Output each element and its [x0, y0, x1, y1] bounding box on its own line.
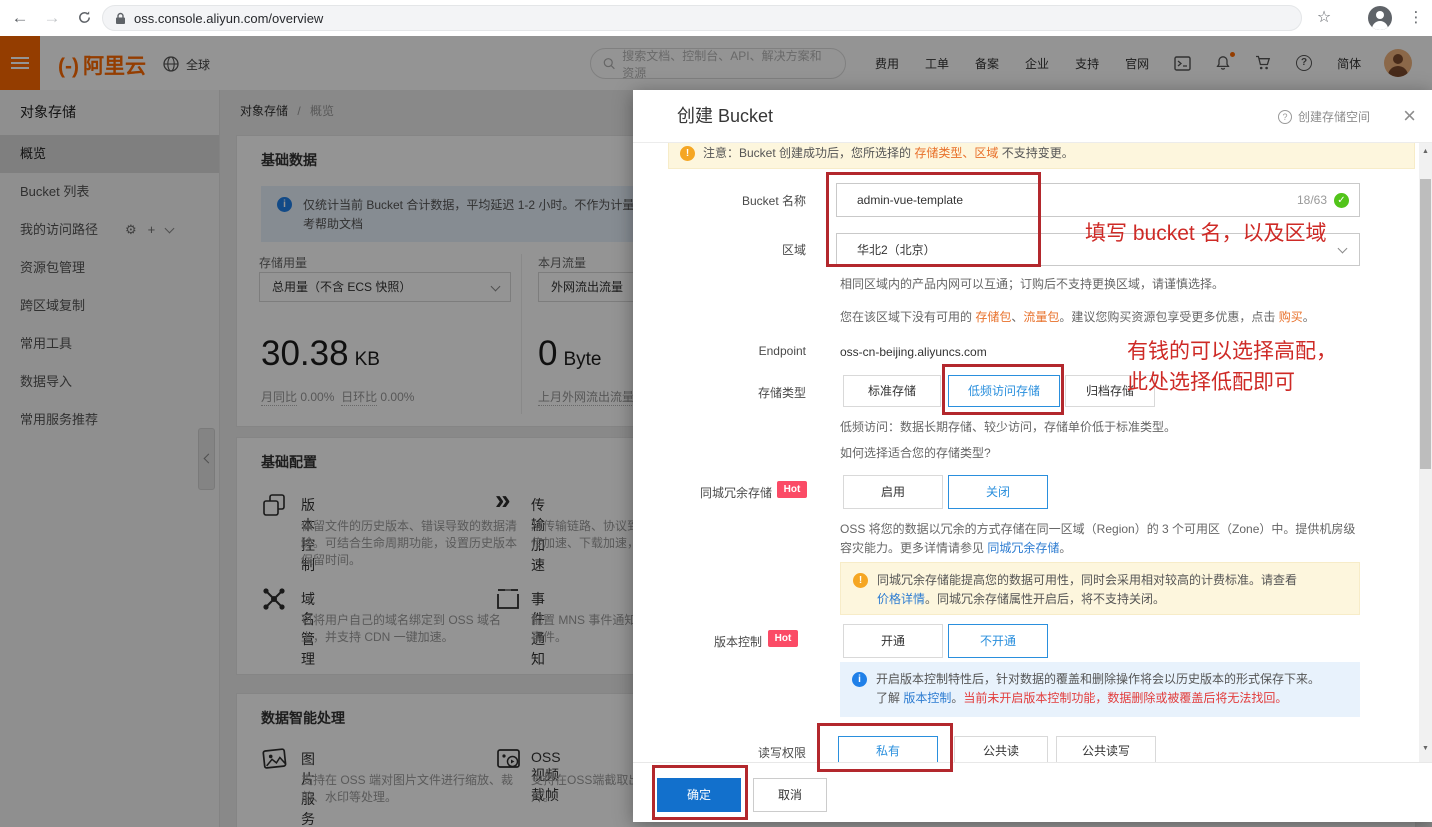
zrs-warning-line2: 价格详情。同城冗余存储属性开启后，将不支持关闭。: [877, 592, 1166, 606]
screen: ← → oss.console.aliyun.com/overview ☆ ⋮ …: [0, 0, 1432, 827]
browser-reload-icon[interactable]: [70, 0, 98, 36]
acl-public-read[interactable]: 公共读: [954, 736, 1048, 762]
zrs-label: 同城冗余存储: [699, 486, 772, 500]
storage-package-link[interactable]: 存储包: [975, 310, 1011, 324]
annotation-rect-confirm: [652, 765, 748, 820]
dialog-header: 创建 Bucket ? 创建存储空间 ×: [633, 90, 1432, 143]
dialog-title: 创建 Bucket: [677, 106, 774, 126]
endpoint-label: Endpoint: [758, 344, 806, 358]
storage-type-note: 低频访问：数据长期存储、较少访问，存储单价低于标准类型。: [840, 420, 1177, 434]
bucket-name-label: Bucket 名称: [741, 194, 806, 208]
chevron-down-icon: [1337, 243, 1348, 254]
dialog-footer: 确定 取消: [633, 762, 1432, 822]
storage-type-help-link[interactable]: 如何选择适合您的存储类型?: [840, 445, 991, 461]
top-warning-banner: ! 注意：Bucket 创建成功后，您所选择的 存储类型、区域 不支持变更。: [668, 143, 1415, 169]
info-icon: i: [852, 672, 867, 687]
cancel-button[interactable]: 取消: [753, 778, 827, 812]
zrs-enable[interactable]: 启用: [843, 475, 943, 509]
address-bar[interactable]: oss.console.aliyun.com/overview: [102, 5, 1302, 31]
zrs-warning-line1: 同城冗余存储能提高您的数据可用性，同时会采用相对较高的计费标准。请查看: [877, 573, 1298, 587]
region-label: 区域: [781, 243, 806, 257]
scrollbar-thumb[interactable]: [1420, 179, 1431, 469]
acl-label: 读写权限: [757, 746, 806, 760]
zrs-doc-link[interactable]: 同城冗余存储: [987, 541, 1059, 555]
storage-type-standard[interactable]: 标准存储: [843, 375, 941, 407]
package-note: 您在该区域下没有可用的 存储包、流量包。建议您购买资源包享受更多优惠，点击 购买…: [840, 310, 1315, 324]
price-detail-link[interactable]: 价格详情: [877, 592, 925, 606]
buy-link[interactable]: 购买: [1279, 310, 1303, 324]
annotation-text-storage-type: 有钱的可以选择高配， 此处选择低配即可: [1127, 340, 1337, 394]
annotation-rect-acl: [817, 723, 953, 772]
lock-icon: [116, 12, 125, 24]
close-icon[interactable]: ×: [1403, 103, 1416, 129]
zrs-note-line1: OSS 将您的数据以冗余的方式存储在同一区域（Region）的 3 个可用区（Z…: [840, 522, 1356, 536]
versioning-disable[interactable]: 不开通: [948, 624, 1048, 658]
warning-icon: !: [680, 146, 695, 161]
endpoint-value: oss-cn-beijing.aliyuncs.com: [840, 345, 987, 359]
storage-type-label: 存储类型: [757, 386, 806, 400]
browser-chrome: ← → oss.console.aliyun.com/overview ☆ ⋮: [0, 0, 1432, 36]
warning-text: 注意：Bucket 创建成功后，您所选择的: [703, 146, 915, 160]
versioning-enable[interactable]: 开通: [843, 624, 943, 658]
annotation-text-name-region: 填写 bucket 名，以及区域: [1085, 222, 1327, 245]
annotation-rect-storage-type: [942, 364, 1064, 415]
versioning-doc-link[interactable]: 版本控制: [903, 691, 951, 705]
versioning-info-line2: 了解 版本控制。当前未开启版本控制功能，数据删除或被覆盖后将无法找回。: [876, 691, 1288, 705]
versioning-label: 版本控制: [713, 635, 762, 649]
browser-menu-icon[interactable]: ⋮: [1402, 0, 1430, 36]
hot-badge: Hot: [768, 630, 798, 647]
zrs-note-line2: 容灾能力。更多详情请参见 同城冗余存储。: [840, 541, 1072, 555]
create-bucket-help-link[interactable]: ? 创建存储空间: [1277, 90, 1370, 143]
annotation-rect-name-region: [826, 172, 1041, 267]
url-text: oss.console.aliyun.com/overview: [134, 10, 324, 26]
bookmark-star-icon[interactable]: ☆: [1310, 0, 1338, 36]
scroll-up-icon[interactable]: ▲: [1419, 148, 1432, 155]
bucket-name-counter: 18/63: [1296, 193, 1327, 207]
versioning-info-banner: i 开启版本控制特性后，针对数据的覆盖和删除操作将会以历史版本的形式保存下来。 …: [840, 662, 1360, 717]
browser-back-icon[interactable]: ←: [6, 0, 34, 36]
dialog-scrollbar[interactable]: ▲ ▼: [1419, 143, 1432, 762]
zrs-disable[interactable]: 关闭: [948, 475, 1048, 509]
versioning-info-line1: 开启版本控制特性后，针对数据的覆盖和删除操作将会以历史版本的形式保存下来。: [876, 672, 1321, 686]
zrs-warning-banner: ! 同城冗余存储能提高您的数据可用性，同时会采用相对较高的计费标准。请查看 价格…: [840, 562, 1360, 615]
traffic-package-link[interactable]: 流量包: [1023, 310, 1059, 324]
warning-text2: 不支持变更。: [998, 146, 1074, 160]
create-bucket-dialog: 创建 Bucket ? 创建存储空间 × ! 注意：Bucket 创建成功后，您…: [633, 90, 1432, 822]
valid-check-icon: ✓: [1334, 193, 1349, 208]
browser-avatar[interactable]: [1368, 6, 1392, 30]
acl-public-read-write[interactable]: 公共读写: [1056, 736, 1156, 762]
hot-badge: Hot: [777, 481, 807, 498]
browser-forward-icon[interactable]: →: [38, 0, 66, 36]
help-circle-icon: ?: [1277, 109, 1292, 124]
help-link-label: 创建存储空间: [1297, 110, 1370, 124]
warning-icon: !: [853, 573, 868, 588]
warning-em: 存储类型、区域: [914, 146, 999, 160]
region-note: 相同区域内的产品内网可以互通；订购后不支持更换区域，请谨慎选择。: [840, 277, 1225, 291]
scroll-down-icon[interactable]: ▼: [1419, 745, 1432, 752]
